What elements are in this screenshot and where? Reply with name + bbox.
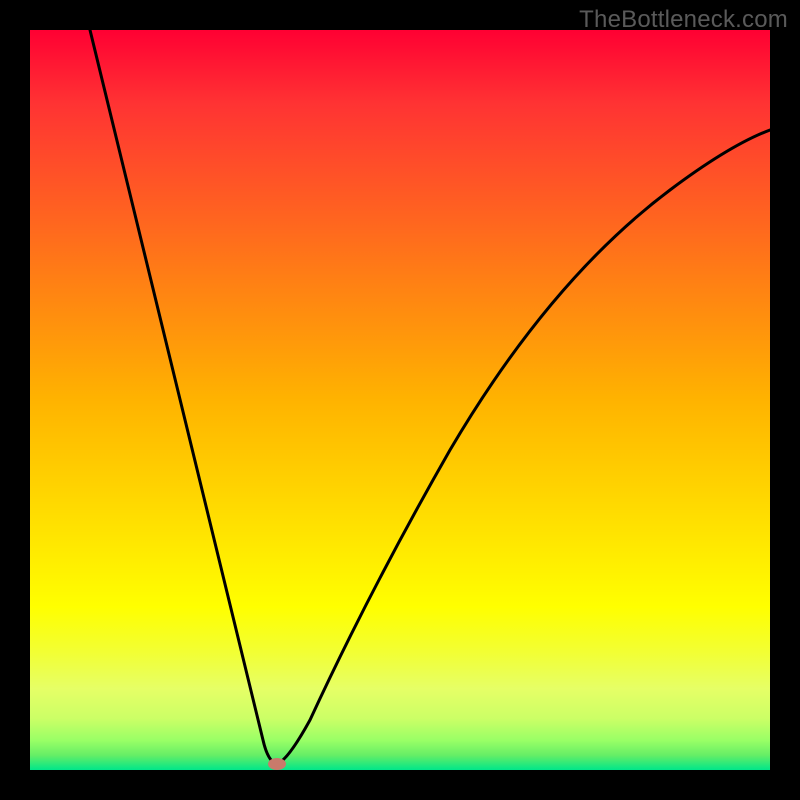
curve-left-branch <box>90 30 277 764</box>
chart-frame: TheBottleneck.com <box>0 0 800 800</box>
curve-right-branch <box>277 130 770 764</box>
chart-plot-area <box>30 30 770 770</box>
watermark-label: TheBottleneck.com <box>579 6 788 34</box>
optimal-point-marker <box>268 758 286 770</box>
